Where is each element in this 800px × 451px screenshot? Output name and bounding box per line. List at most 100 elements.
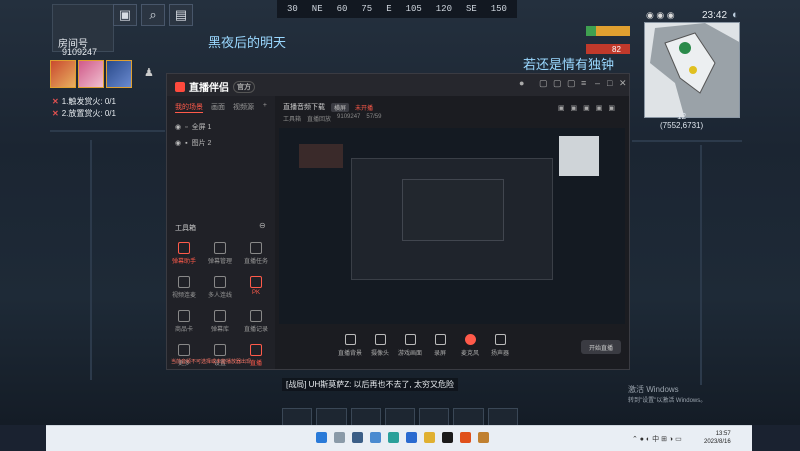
stream-preview[interactable] [279, 128, 625, 324]
main-header: 直播音频下载 横屏 未开播 [283, 102, 373, 112]
wall-panel [632, 140, 742, 142]
bottom-item[interactable]: 摄像头 [365, 334, 395, 357]
search-icon[interactable] [334, 432, 345, 443]
health-bar [586, 26, 630, 36]
menu-icon[interactable]: ≡ [581, 78, 586, 88]
bottom-item[interactable]: 直播背景 [335, 334, 365, 357]
avatar[interactable] [78, 60, 104, 88]
search-icon[interactable]: ⌕ [141, 4, 165, 26]
tool-label: 商品卡 [174, 327, 193, 333]
task-item: ✕ 2.放置赏火: 0/1 [52, 108, 116, 119]
user-avatar[interactable]: ● [519, 78, 524, 88]
tab-my-scenes[interactable]: 我的场景 [175, 102, 203, 113]
tool-item[interactable]: 商品卡 [171, 310, 197, 333]
taskbar-clock[interactable]: 13:57 2023/8/16 [704, 430, 731, 446]
person-icon[interactable]: ♟ [144, 66, 154, 79]
scene-item[interactable]: ◉ ▫ 全屏 1 [167, 119, 275, 135]
tool-item[interactable]: 弹幕助手 [171, 242, 197, 265]
scene-item[interactable]: ◉ ▪ 图片 2 [167, 135, 275, 151]
start-live-button[interactable]: 开始直播 [581, 340, 621, 354]
tool-item[interactable]: 直播记录 [243, 310, 269, 333]
eye-icon[interactable]: ◉ [175, 139, 181, 147]
windows-taskbar: ⌃ ● ◐ 中 ⊞ ◑ ▭ 13:57 2023/8/16 [46, 425, 752, 451]
bottom-item[interactable]: 麦克风 [455, 334, 485, 357]
notification-icon[interactable]: ▢ [553, 78, 562, 89]
bottom-icon [344, 334, 356, 345]
game-app-icon[interactable] [478, 432, 489, 443]
bottom-item[interactable]: 录屏 [425, 334, 455, 357]
taskbar-time: 13:57 [715, 431, 731, 437]
app-icon[interactable] [460, 432, 471, 443]
tool-label: 直播任务 [243, 259, 268, 265]
speaker-icon [494, 334, 506, 345]
maximize-icon[interactable]: □ [607, 78, 612, 88]
store-icon[interactable] [406, 432, 417, 443]
app-brand: 直播伴侣 官方 [175, 79, 255, 94]
widgets-icon[interactable] [370, 432, 381, 443]
sub-item[interactable]: 工具箱 [283, 114, 301, 123]
live-status: 未开播 [355, 105, 374, 112]
app-name: 直播伴侣 [189, 83, 229, 94]
tool-icon [178, 276, 190, 288]
sub-item: 57/59 [366, 114, 382, 120]
explorer-icon[interactable] [424, 432, 435, 443]
bottom-item[interactable]: 扬声器 [485, 334, 515, 357]
tool-item[interactable]: 多人连线 [207, 276, 233, 299]
microphone-icon [464, 334, 476, 345]
settings-icon[interactable]: ◉ ◉ ◉ [646, 10, 675, 21]
lock-icon[interactable]: ▫ [185, 124, 187, 131]
wall-panel [90, 140, 92, 380]
task-text: 1.触发赏火: 0/1 [61, 97, 116, 106]
tool-icon [214, 276, 226, 288]
tool-item[interactable]: 弹幕库 [207, 310, 233, 333]
minimap[interactable] [644, 22, 740, 118]
tool-item[interactable]: 弹幕管理 [207, 242, 233, 265]
sub-item[interactable]: 直播回放 [307, 114, 331, 123]
gift-icon[interactable]: ▣ [113, 4, 137, 26]
book-icon[interactable]: ▤ [169, 4, 193, 26]
tool-item[interactable]: 直播任务 [243, 242, 269, 265]
avatar[interactable] [50, 60, 76, 88]
main-subheader: 工具箱 直播回放 9109247 57/59 [283, 114, 381, 123]
x-icon: ✕ [52, 109, 59, 118]
chat-message: [战局] UH斯莫萨Z: 以后再也不去了, 太穷又危险 [282, 378, 458, 391]
streaming-app-window[interactable]: 直播伴侣 官方 ● ▢ ▢ ▢ ≡ – □ ✕ 我的场景 画面 视频源 + ◉ ▫… [166, 73, 630, 370]
windows-activation-notice: 激活 Windows 转到"设置"以激活 Windows。 [628, 384, 706, 404]
sub-item: 9109247 [337, 114, 361, 120]
taskview-icon[interactable] [352, 432, 363, 443]
compass-tick: 150 [490, 4, 507, 14]
energy-bar: 82 [586, 44, 630, 54]
bottom-label: 摄像头 [370, 351, 389, 357]
wall-panel [700, 145, 702, 385]
edge-icon[interactable] [388, 432, 399, 443]
toolbar-icons: ▣▣▣▣▣ [557, 105, 621, 112]
wall-panel [50, 130, 165, 132]
tool-item[interactable]: 视频连麦 [171, 276, 197, 299]
lock-icon[interactable]: ▪ [185, 140, 187, 147]
start-icon[interactable] [316, 432, 327, 443]
minimize-icon[interactable]: – [595, 78, 600, 88]
compass-tick: SE [465, 4, 477, 14]
orientation-tag[interactable]: 横屏 [331, 102, 350, 112]
sidebar-tabs: 我的场景 画面 视频源 + [167, 96, 275, 119]
system-tray[interactable]: ⌃ ● ◐ 中 ⊞ ◑ ▭ [632, 434, 682, 444]
tool-item[interactable]: PK [243, 276, 269, 296]
qq-icon[interactable] [442, 432, 453, 443]
close-icon[interactable]: ✕ [619, 78, 627, 89]
compass-tick: 30 [287, 4, 298, 14]
message-icon[interactable]: ▢ [539, 78, 548, 89]
tab-video-source[interactable]: 视频源 [233, 102, 254, 113]
tool-icon [178, 310, 190, 322]
nested-preview [351, 158, 553, 280]
avatar[interactable] [106, 60, 132, 88]
bottom-label: 扬声器 [490, 351, 509, 357]
title-bar: 直播伴侣 官方 ● ▢ ▢ ▢ ≡ – □ ✕ [167, 74, 629, 96]
eye-icon[interactable]: ◉ [175, 123, 181, 131]
game-icon [404, 334, 416, 345]
add-scene-icon[interactable]: + [263, 102, 267, 113]
share-icon[interactable]: ▢ [567, 78, 576, 89]
collapse-icon[interactable]: ⊖ [259, 221, 266, 230]
bottom-item[interactable]: 游戏画面 [395, 334, 425, 357]
tool-icon [214, 242, 226, 254]
tab-canvas[interactable]: 画面 [211, 102, 225, 113]
